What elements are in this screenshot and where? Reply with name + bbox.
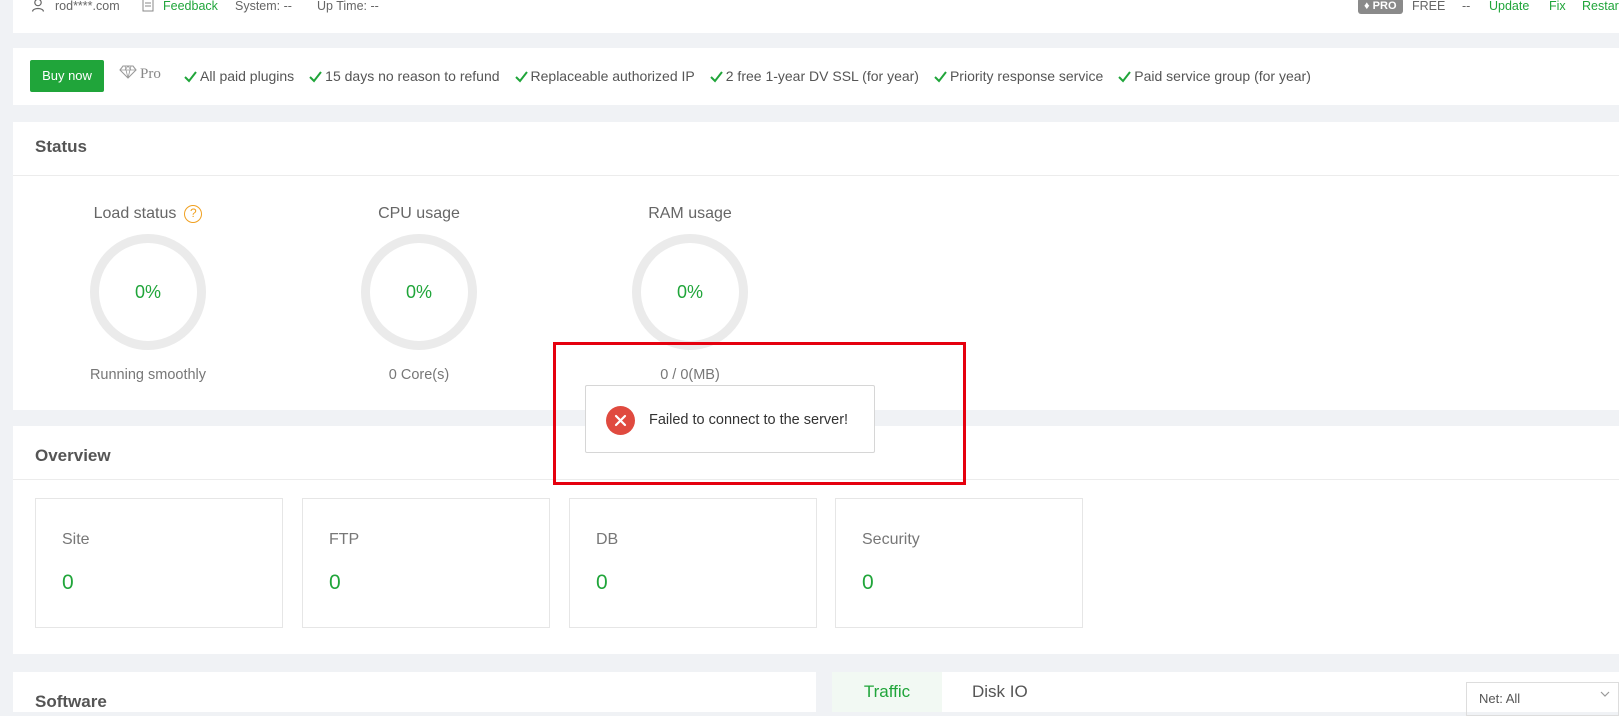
overview-card-security[interactable]: Security 0 xyxy=(835,498,1083,628)
diamond-icon: ♦ xyxy=(1364,0,1373,12)
user-account[interactable]: rod****.com xyxy=(55,0,120,20)
check-icon xyxy=(184,70,197,83)
overview-title: Overview xyxy=(35,446,111,465)
traffic-panel: Traffic Disk IO Net: All xyxy=(832,672,1619,716)
gauge-subtitle: 0 Core(s) xyxy=(388,367,450,383)
gauge-title: RAM usage xyxy=(648,205,732,222)
divider xyxy=(13,479,1619,480)
free-label: FREE xyxy=(1412,0,1446,13)
tab-disk-io[interactable]: Disk IO xyxy=(972,672,1028,712)
pro-label: Pro xyxy=(119,65,161,84)
overview-card-site[interactable]: Site 0 xyxy=(35,498,283,628)
feedback-link[interactable]: Feedback xyxy=(163,0,218,20)
uptime-info: Up Time: -- xyxy=(317,0,379,13)
promo-bar: Buy now Pro All paid plugins 15 days no … xyxy=(13,48,1619,105)
card-value[interactable]: 0 xyxy=(596,571,608,595)
feature-list: All paid plugins 15 days no reason to re… xyxy=(184,68,1326,84)
card-label: FTP xyxy=(329,531,360,548)
status-panel: Status Load status ? 0% Running smoothly… xyxy=(13,122,1619,410)
load-status-gauge: Load status ? 0% Running smoothly xyxy=(48,204,248,383)
error-icon xyxy=(606,406,635,435)
gauge-value: 0% xyxy=(405,281,432,302)
feature-item: All paid plugins xyxy=(184,68,294,84)
top-bar: rod****.com Feedback System: -- Up Time:… xyxy=(13,0,1619,33)
version-label: -- xyxy=(1462,0,1471,13)
user-icon xyxy=(31,0,45,20)
pro-badge: ♦ PRO xyxy=(1358,0,1403,14)
gauge-ring[interactable]: 0% xyxy=(90,234,206,350)
buy-now-button[interactable]: Buy now xyxy=(30,60,104,92)
feature-item: 2 free 1-year DV SSL (for year) xyxy=(710,68,919,84)
gauge-subtitle: 0 / 0(MB) xyxy=(660,367,720,383)
card-value[interactable]: 0 xyxy=(62,571,74,595)
software-panel: Software xyxy=(13,672,816,712)
gauge-value: 0% xyxy=(676,281,703,302)
software-title: Software xyxy=(35,692,107,711)
feature-item: Priority response service xyxy=(934,68,1103,84)
status-title: Status xyxy=(35,137,87,156)
gauge-ring[interactable]: 0% xyxy=(361,234,477,350)
card-value[interactable]: 0 xyxy=(329,571,341,595)
gauge-ring[interactable]: 0% xyxy=(632,234,748,350)
check-icon xyxy=(514,70,528,83)
fix-link[interactable]: Fix xyxy=(1549,0,1566,20)
card-value[interactable]: 0 xyxy=(862,571,874,595)
feature-item: 15 days no reason to refund xyxy=(309,68,500,84)
overview-card-ftp[interactable]: FTP 0 xyxy=(302,498,550,628)
check-icon xyxy=(1118,70,1132,83)
gauge-value: 0% xyxy=(134,281,161,302)
net-select[interactable]: Net: All xyxy=(1466,682,1619,716)
card-label: Security xyxy=(862,531,920,548)
card-label: DB xyxy=(596,531,619,548)
feature-item: Replaceable authorized IP xyxy=(514,68,695,84)
feedback-icon xyxy=(142,0,154,20)
toast-message: Failed to connect to the server! xyxy=(649,412,849,428)
update-link[interactable]: Update xyxy=(1489,0,1529,20)
card-label: Site xyxy=(62,531,90,548)
diamond-icon xyxy=(119,65,137,84)
tab-traffic[interactable]: Traffic xyxy=(832,672,942,712)
chevron-down-icon xyxy=(1600,691,1610,697)
gauge-title: Load status xyxy=(93,205,177,222)
check-icon xyxy=(710,70,723,83)
feature-item: Paid service group (for year) xyxy=(1118,68,1311,84)
error-toast: Failed to connect to the server! xyxy=(585,385,875,453)
gauge-subtitle: Running smoothly xyxy=(89,367,207,383)
system-info: System: -- xyxy=(235,0,292,13)
cpu-usage-gauge: CPU usage 0% 0 Core(s) xyxy=(319,204,519,383)
help-icon[interactable]: ? xyxy=(184,205,203,223)
overview-card-db[interactable]: DB 0 xyxy=(569,498,817,628)
check-icon xyxy=(309,70,322,83)
restart-link[interactable]: Restar xyxy=(1582,0,1619,20)
ram-usage-gauge: RAM usage 0% 0 / 0(MB) xyxy=(590,204,790,383)
overview-panel: Overview Site 0 FTP 0 DB 0 Security 0 xyxy=(13,426,1619,654)
divider xyxy=(13,175,1619,176)
gauge-title: CPU usage xyxy=(378,205,460,222)
check-icon xyxy=(934,70,947,83)
